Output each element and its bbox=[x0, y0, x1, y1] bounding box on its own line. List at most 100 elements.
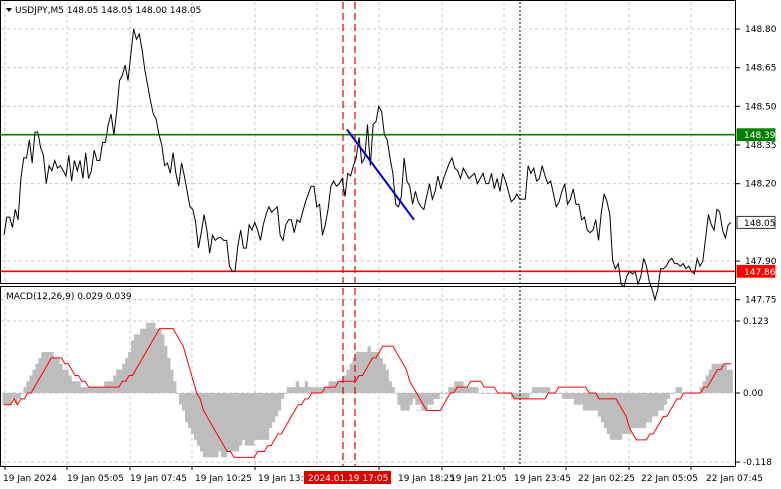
macd-histogram-bar bbox=[448, 387, 452, 393]
macd-histogram-bar bbox=[125, 357, 129, 393]
macd-histogram-bar bbox=[484, 393, 488, 394]
macd-histogram-bar bbox=[241, 393, 246, 440]
macd-histogram-bar bbox=[576, 393, 581, 405]
macd-histogram-bar bbox=[131, 340, 135, 393]
macd-histogram-bar bbox=[669, 393, 674, 394]
macd-histogram-bar bbox=[193, 393, 198, 440]
macd-histogram-bar bbox=[59, 363, 63, 393]
macd-histogram-bar bbox=[2, 393, 6, 405]
time-axis-label: 19 Jan 10:25 bbox=[195, 474, 252, 484]
macd-histogram-bar bbox=[579, 393, 584, 405]
time-axis-label: 19 Jan 2024 bbox=[3, 474, 57, 484]
macd-histogram-bar bbox=[630, 393, 635, 429]
macd-histogram-bar bbox=[161, 334, 165, 393]
macd-histogram-bar bbox=[729, 369, 733, 393]
macd-histogram-bar bbox=[343, 375, 347, 393]
macd-histogram-bar bbox=[487, 393, 491, 394]
macd-histogram-bar bbox=[86, 387, 90, 393]
time-axis-label: 19 Jan 18:25 bbox=[398, 474, 455, 484]
macd-histogram-bar bbox=[274, 393, 279, 417]
macd-histogram-bar bbox=[301, 387, 306, 393]
symbol-header: USDJPY,M5 148.05 148.05 148.00 148.05 bbox=[15, 6, 201, 16]
macd-histogram-bar bbox=[588, 393, 593, 411]
macd-histogram-bar bbox=[636, 393, 641, 429]
macd-histogram-bar bbox=[214, 393, 219, 458]
macd-histogram-bar bbox=[116, 369, 120, 393]
macd-histogram-bar bbox=[80, 387, 84, 393]
macd-histogram-bar bbox=[196, 393, 201, 446]
macd-histogram-bar bbox=[714, 363, 718, 393]
macd-histogram-bar bbox=[433, 393, 437, 399]
macd-histogram-bar bbox=[5, 393, 9, 405]
macd-histogram-bar bbox=[493, 393, 497, 394]
macd-histogram-bar bbox=[591, 393, 596, 411]
macd-histogram-bar bbox=[128, 352, 132, 393]
macd-histogram-bar bbox=[47, 352, 51, 393]
macd-histogram-bar bbox=[379, 357, 383, 393]
macd-histogram-bar bbox=[265, 393, 270, 440]
macd-histogram-bar bbox=[11, 393, 15, 399]
macd-histogram-bar bbox=[253, 393, 258, 440]
macd-histogram-bar bbox=[313, 387, 318, 393]
macd-histogram-bar bbox=[573, 393, 578, 405]
macd-histogram-bar bbox=[723, 363, 727, 393]
macd-histogram-bar bbox=[427, 393, 431, 405]
macd-histogram-bar bbox=[268, 393, 273, 429]
macd-histogram-bar bbox=[149, 322, 153, 393]
macd-histogram-bar bbox=[403, 393, 407, 411]
macd-histogram-bar bbox=[98, 387, 102, 393]
macd-histogram-bar bbox=[466, 387, 470, 393]
macd-histogram-bar bbox=[71, 381, 75, 393]
macd-histogram-bar bbox=[271, 393, 276, 423]
macd-histogram-bar bbox=[205, 393, 210, 458]
time-axis-label: 22 Jan 05:05 bbox=[641, 474, 698, 484]
macd-histogram-bar bbox=[158, 328, 162, 393]
macd-histogram-bar bbox=[226, 393, 231, 452]
macd-histogram-bar bbox=[472, 387, 476, 393]
macd-histogram-bar bbox=[657, 393, 662, 411]
macd-histogram-bar bbox=[176, 393, 180, 394]
macd-histogram-bar bbox=[26, 381, 30, 393]
macd-histogram-bar bbox=[544, 387, 548, 393]
macd-histogram-bar bbox=[520, 393, 524, 399]
macd-histogram-bar bbox=[113, 375, 117, 393]
time-axis-label: 19 Jan 21:05 bbox=[450, 474, 507, 484]
macd-histogram-bar bbox=[167, 357, 171, 393]
macd-histogram-bar bbox=[442, 393, 446, 394]
chart-background bbox=[0, 0, 781, 489]
support-price-tag-label: 147.86 bbox=[744, 268, 776, 278]
macd-histogram-bar bbox=[310, 387, 315, 393]
macd-histogram-bar bbox=[675, 387, 680, 393]
macd-histogram-bar bbox=[639, 393, 644, 429]
macd-histogram-bar bbox=[612, 393, 617, 440]
macd-axis-label: 0.00 bbox=[743, 389, 763, 399]
macd-histogram-bar bbox=[325, 387, 330, 393]
macd-histogram-bar bbox=[478, 393, 482, 394]
time-axis-label: 19 Jan 05:05 bbox=[67, 474, 124, 484]
macd-axis-label: -0.118 bbox=[743, 458, 772, 468]
time-axis-label: 19 Jan 07:45 bbox=[130, 474, 187, 484]
macd-histogram-bar bbox=[651, 393, 656, 417]
macd-histogram-bar bbox=[400, 393, 404, 411]
macd-histogram-bar bbox=[229, 393, 234, 452]
time-axis-label: 22 Jan 02:25 bbox=[578, 474, 635, 484]
macd-histogram-bar bbox=[430, 393, 434, 405]
macd-histogram-bar bbox=[190, 393, 195, 434]
macd-histogram-bar bbox=[95, 387, 99, 393]
macd-histogram-bar bbox=[648, 393, 653, 423]
macd-histogram-bar bbox=[463, 387, 467, 393]
macd-histogram-bar bbox=[660, 393, 665, 411]
price-axis-label: 148.50 bbox=[745, 102, 777, 112]
macd-histogram-bar bbox=[436, 393, 440, 399]
macd-histogram-bar bbox=[143, 328, 147, 393]
macd-histogram-bar bbox=[235, 393, 240, 452]
macd-histogram-bar bbox=[259, 393, 264, 440]
macd-histogram-bar bbox=[555, 393, 560, 394]
macd-histogram-bar bbox=[532, 387, 536, 393]
macd-histogram-bar bbox=[56, 357, 60, 393]
macd-histogram-bar bbox=[564, 393, 569, 399]
macd-histogram-bar bbox=[349, 363, 353, 393]
macd-histogram-bar bbox=[364, 352, 368, 393]
macd-histogram-bar bbox=[179, 393, 183, 405]
macd-histogram-bar bbox=[409, 393, 413, 405]
